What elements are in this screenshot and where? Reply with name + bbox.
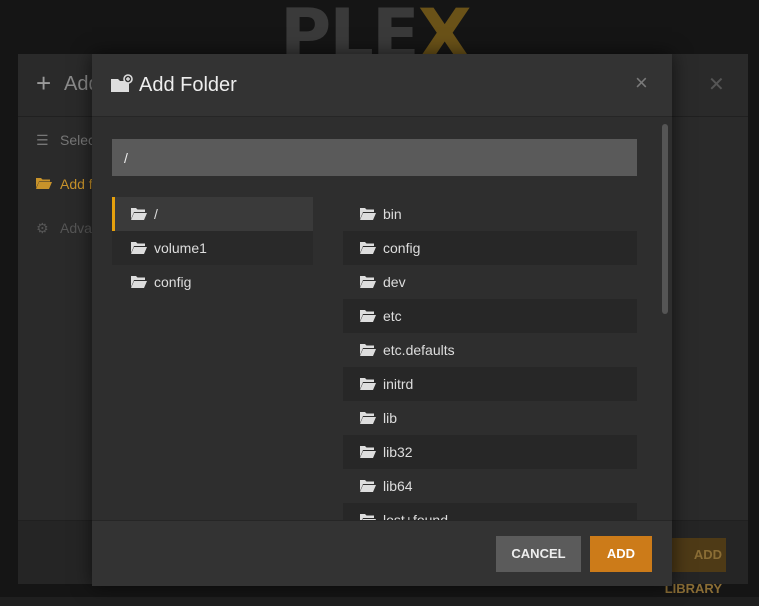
- subfolder-item[interactable]: lib32: [343, 435, 637, 469]
- close-icon[interactable]: ×: [635, 72, 648, 94]
- nav-item-advanced[interactable]: ⚙Advanced: [36, 220, 96, 237]
- plus-icon: +: [36, 68, 52, 98]
- folder-open-icon: [360, 232, 376, 254]
- subfolder-item[interactable]: etc.defaults: [343, 333, 637, 367]
- dialog-footer: CANCEL ADD: [92, 520, 672, 586]
- cancel-button[interactable]: CANCEL: [496, 536, 581, 572]
- folder-open-icon: [360, 300, 376, 322]
- gear-icon: ⚙: [36, 220, 49, 236]
- folder-open-icon: [360, 470, 376, 492]
- add-folder-dialog: Add Folder × / volume1 config bin config: [92, 54, 672, 586]
- folder-open-icon: [360, 266, 376, 288]
- subfolder-item[interactable]: etc: [343, 299, 637, 333]
- dialog-header: Add Folder ×: [92, 54, 672, 117]
- subfolder-item[interactable]: config: [343, 231, 637, 265]
- subfolder-item[interactable]: lost+found: [343, 503, 637, 520]
- subfolder-item[interactable]: lib: [343, 401, 637, 435]
- folder-open-icon: [131, 232, 147, 254]
- close-icon[interactable]: ✕: [708, 72, 725, 97]
- folder-open-icon: [131, 266, 147, 288]
- left-folder-item[interactable]: volume1: [112, 231, 313, 265]
- scrollbar-thumb[interactable]: [662, 124, 668, 314]
- nav-item-add-folders[interactable]: Add folders: [36, 176, 96, 192]
- root-folder-list: / volume1 config: [112, 197, 313, 299]
- path-input[interactable]: [112, 139, 637, 176]
- folder-add-icon: [111, 74, 133, 94]
- left-folder-item[interactable]: /: [112, 197, 313, 231]
- left-folder-item[interactable]: config: [112, 265, 313, 299]
- folder-open-icon: [360, 504, 376, 520]
- folder-open-icon: [360, 368, 376, 390]
- subfolder-item[interactable]: dev: [343, 265, 637, 299]
- subfolder-list[interactable]: bin config dev etc etc.defaults initrd l…: [343, 197, 637, 520]
- list-icon: ☰: [36, 132, 49, 148]
- folder-open-icon: [360, 436, 376, 458]
- subfolder-item[interactable]: lib64: [343, 469, 637, 503]
- folder-open-icon: [360, 198, 376, 220]
- subfolder-item[interactable]: bin: [343, 197, 637, 231]
- folder-open-icon: [36, 176, 52, 192]
- folder-open-icon: [360, 334, 376, 356]
- add-library-title: Add Library: [64, 73, 94, 95]
- dialog-title: Add Folder: [139, 74, 237, 96]
- subfolder-item[interactable]: initrd: [343, 367, 637, 401]
- folder-open-icon: [360, 402, 376, 424]
- add-button[interactable]: ADD: [590, 536, 652, 572]
- nav-item-select-type[interactable]: ☰Select type: [36, 132, 96, 149]
- folder-open-icon: [131, 198, 147, 220]
